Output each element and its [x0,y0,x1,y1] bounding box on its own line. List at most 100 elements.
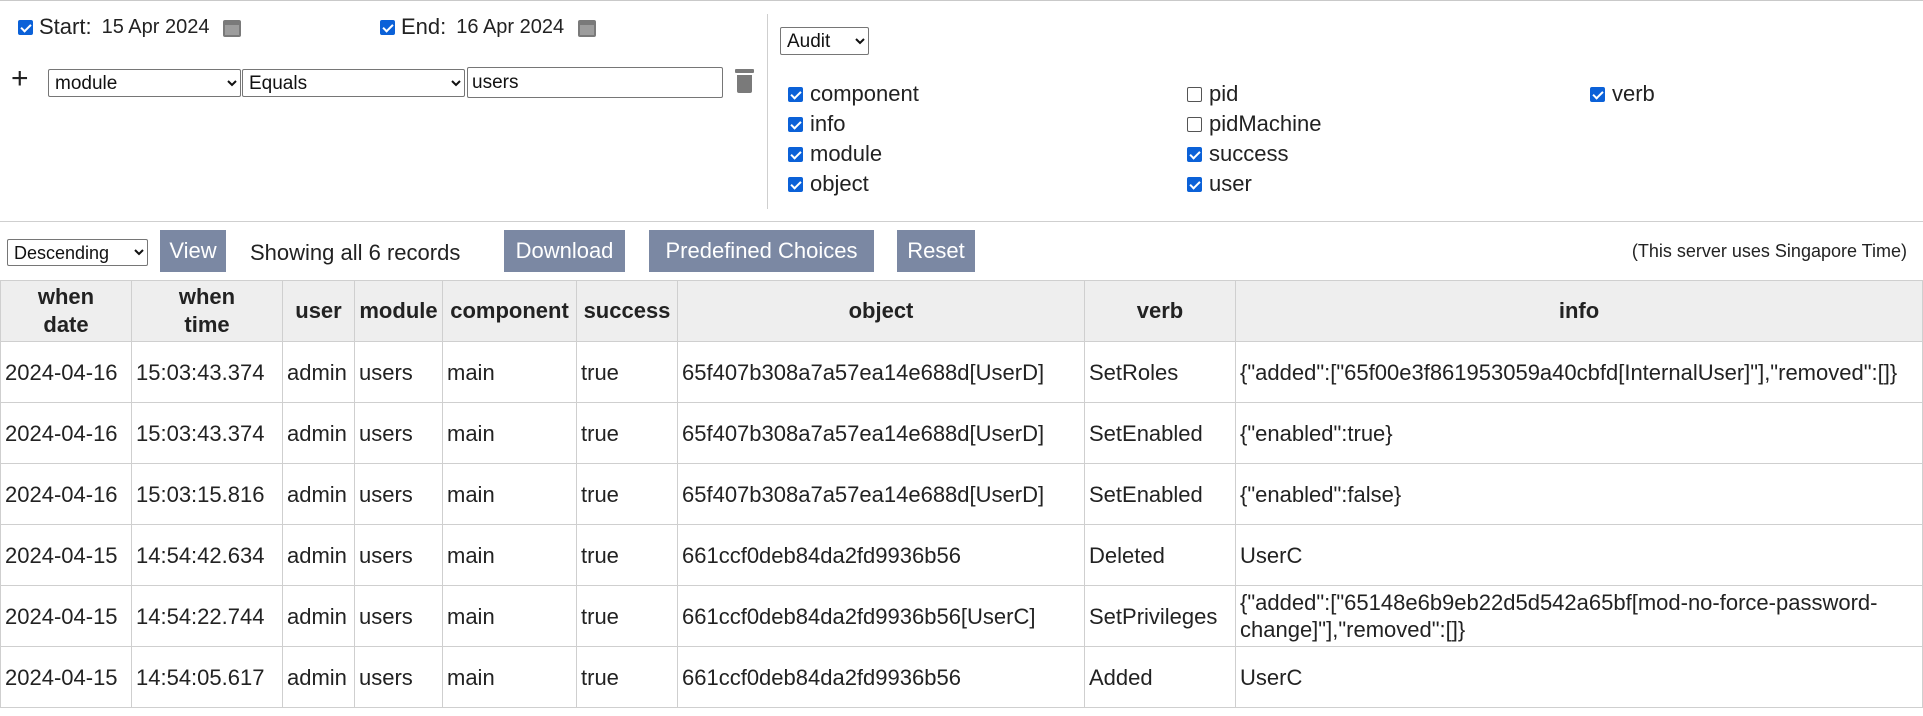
cell-component: main [442,463,577,525]
cell-date: 2024-04-15 [0,646,132,708]
field-toggle-component[interactable]: component [788,81,919,107]
field-toggle-success[interactable]: success [1187,141,1288,167]
filter-field-select[interactable]: module [48,69,241,97]
trash-icon[interactable] [735,69,754,93]
field-checkbox[interactable] [1187,86,1202,102]
cell-module: users [354,646,443,708]
table-row: 2024-04-15 14:54:42.634 admin users main… [0,524,1923,586]
cell-verb: SetEnabled [1084,402,1236,464]
cell-object: 661ccf0deb84da2fd9936b56 [677,646,1085,708]
cell-object: 661ccf0deb84da2fd9936b56 [677,524,1085,586]
table-row: 2024-04-15 14:54:22.744 admin users main… [0,585,1923,647]
field-checkbox[interactable] [1187,146,1202,162]
view-button[interactable]: View [160,230,226,272]
cell-object: 661ccf0deb84da2fd9936b56[UserC] [677,585,1085,647]
field-checkbox[interactable] [1187,176,1202,192]
table-row: 2024-04-16 15:03:15.816 admin users main… [0,463,1923,525]
column-header-info[interactable]: info [1235,280,1923,342]
field-toggle-object[interactable]: object [788,171,869,197]
cell-verb: Deleted [1084,524,1236,586]
cell-component: main [442,402,577,464]
cell-info: {"added":["65148e6b9eb22d5d542a65bf[mod-… [1235,585,1923,647]
end-date-checkbox[interactable] [380,19,395,35]
field-checkbox[interactable] [788,176,803,192]
calendar-icon[interactable] [223,17,242,37]
cell-module: users [354,402,443,464]
cell-time: 14:54:22.744 [131,585,283,647]
end-date-row: End: 16 Apr 2024 [380,14,597,40]
column-header-component[interactable]: component [442,280,577,342]
field-toggle-pidmachine[interactable]: pidMachine [1187,111,1322,137]
cell-user: admin [282,402,355,464]
predefined-choices-button[interactable]: Predefined Choices [649,230,874,272]
cell-info: UserC [1235,646,1923,708]
cell-module: users [354,463,443,525]
field-checkbox[interactable] [788,86,803,102]
field-toggle-module[interactable]: module [788,141,882,167]
field-label: verb [1612,81,1655,106]
field-checkbox[interactable] [1590,86,1605,102]
plus-icon[interactable]: + [11,64,29,94]
cell-object: 65f407b308a7a57ea14e688d[UserD] [677,402,1085,464]
cell-module: users [354,524,443,586]
field-label: module [810,141,883,166]
field-toggle-pid[interactable]: pid [1187,81,1238,107]
end-date-value[interactable]: 16 Apr 2024 [456,16,564,39]
column-header-verb[interactable]: verb [1084,280,1236,342]
cell-component: main [442,524,577,586]
column-header-user[interactable]: user [282,280,355,342]
cell-date: 2024-04-15 [0,585,132,647]
field-checkbox[interactable] [1187,116,1202,132]
cell-component: main [442,646,577,708]
calendar-icon[interactable] [578,17,597,37]
cell-user: admin [282,585,355,647]
top-border [0,0,1923,1]
field-toggle-verb[interactable]: verb [1590,81,1655,107]
cell-date: 2024-04-16 [0,463,132,525]
cell-object: 65f407b308a7a57ea14e688d[UserD] [677,463,1085,525]
field-checkbox[interactable] [788,146,803,162]
field-label: pid [1209,81,1239,106]
section-divider [0,221,1923,222]
start-date-checkbox[interactable] [18,19,33,35]
field-label: pidMachine [1209,111,1322,136]
start-date-label: Start: [39,14,92,39]
cell-verb: SetPrivileges [1084,585,1236,647]
field-toggle-info[interactable]: info [788,111,845,137]
cell-module: users [354,585,443,647]
cell-info: {"enabled":true} [1235,402,1923,464]
cell-module: users [354,341,443,403]
cell-success: true [576,585,678,647]
cell-verb: SetRoles [1084,341,1236,403]
cell-success: true [576,524,678,586]
start-date-row: Start: 15 Apr 2024 [18,14,242,40]
download-button[interactable]: Download [504,230,625,272]
column-header-when-time[interactable]: when time [131,280,283,342]
reset-button[interactable]: Reset [897,230,975,272]
cell-success: true [576,402,678,464]
sort-order-select[interactable]: Descending [7,239,148,266]
cell-time: 15:03:43.374 [131,341,283,403]
cell-user: admin [282,524,355,586]
column-header-object[interactable]: object [677,280,1085,342]
field-toggle-user[interactable]: user [1187,171,1252,197]
cell-time: 15:03:15.816 [131,463,283,525]
timezone-note: (This server uses Singapore Time) [1631,241,1907,261]
filter-value-input[interactable] [467,67,723,98]
cell-time: 15:03:43.374 [131,402,283,464]
audit-type-select[interactable]: Audit [780,27,869,55]
cell-success: true [576,341,678,403]
start-date-value[interactable]: 15 Apr 2024 [102,16,210,39]
filter-operator-select[interactable]: Equals [242,69,465,97]
field-checkbox[interactable] [788,116,803,132]
column-header-success[interactable]: success [576,280,678,342]
column-header-module[interactable]: module [354,280,443,342]
end-date-label: End: [401,14,447,39]
cell-info: {"enabled":false} [1235,463,1923,525]
column-header-when-date[interactable]: when date [0,280,132,342]
cell-user: admin [282,646,355,708]
field-label: component [810,81,919,106]
field-label: object [810,171,869,196]
records-count: Showing all 6 records [250,240,461,265]
header-label: when date [37,284,95,337]
